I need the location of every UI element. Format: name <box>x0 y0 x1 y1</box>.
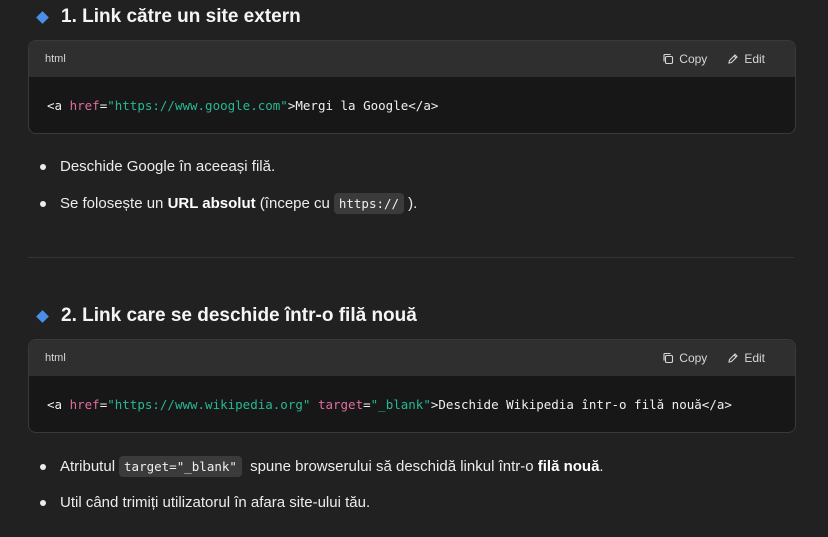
bold-text: URL absolut <box>167 195 256 212</box>
code-content[interactable]: <a href = "https://www.google.com" > Mergi l… <box>29 77 795 133</box>
list-item-text: Util când trimiți utilizatorul în afara … <box>60 494 371 511</box>
code-token: </a> <box>408 97 439 113</box>
pencil-icon <box>728 54 739 64</box>
list-item-text: Atributul target="_blank" spune browserul… <box>60 456 604 477</box>
code-token: "https://www.google.com" <box>107 97 288 113</box>
section-heading-1: 1. Link către un site extern <box>36 6 301 28</box>
edit-label: Edit <box>744 351 765 365</box>
code-token: Deschide Wikipedia într-o filă nouă <box>438 396 702 412</box>
text-segment: (începe cu <box>255 195 330 212</box>
copy-button[interactable]: Copy <box>662 52 707 66</box>
list-item-text: Deschide Google în aceeași filă. <box>60 158 276 175</box>
text-segment: ). <box>408 195 418 212</box>
code-token: </a> <box>701 396 732 412</box>
text-segment: . <box>599 458 604 475</box>
pencil-icon <box>728 353 739 363</box>
code-token: href <box>69 97 100 113</box>
text-segment: Se folosește un <box>60 195 168 212</box>
code-actions: Copy Edit <box>662 52 779 66</box>
diamond-icon <box>36 309 49 323</box>
list-item: Util când trimiți utilizatorul în afara … <box>40 494 370 511</box>
section-title: 2. Link care se deschide într-o filă nou… <box>61 305 417 326</box>
bold-text: filă nouă <box>537 458 600 475</box>
list-item: Deschide Google în aceeași filă. <box>40 158 275 175</box>
code-token: = <box>99 97 108 113</box>
bullet-dot <box>40 463 46 470</box>
inline-code: https:// <box>333 193 405 214</box>
bullet-dot <box>40 499 46 506</box>
code-language-label: html <box>45 53 66 65</box>
list-item: Atributul target="_blank" spune browserul… <box>40 456 604 477</box>
code-header: html Copy Edit <box>29 340 795 376</box>
text-segment: spune browserului să deschidă linkul înt… <box>245 458 538 475</box>
list-item-text: Se folosește un URL absolut (începe cu ht… <box>60 193 418 214</box>
bullet-dot <box>40 163 46 170</box>
code-token: target <box>317 396 364 412</box>
code-token: "https://www.wikipedia.org" <box>107 396 311 412</box>
code-token: > <box>287 97 296 113</box>
section-title: 1. Link către un site extern <box>61 6 301 27</box>
code-language-label: html <box>45 352 66 364</box>
code-header: html Copy Edit <box>29 41 795 77</box>
copy-icon <box>663 53 674 65</box>
copy-label: Copy <box>679 52 708 66</box>
list-item: Se folosește un URL absolut (începe cu ht… <box>40 193 418 214</box>
section-heading-2: 2. Link care se deschide într-o filă nou… <box>36 305 417 327</box>
code-token: href <box>69 396 100 412</box>
code-token: "_blank" <box>370 396 431 412</box>
code-actions: Copy Edit <box>662 351 779 365</box>
code-token: Mergi la Google <box>295 97 409 113</box>
code-block-1: html Copy Edit <a href = "https://www.goog… <box>28 40 796 134</box>
copy-label: Copy <box>679 351 708 365</box>
code-block-2: html Copy Edit <a href = "https://www.wiki… <box>28 339 796 433</box>
code-content[interactable]: <a href = "https://www.wikipedia.org" targ… <box>29 376 795 432</box>
inline-code: target="_blank" <box>119 456 242 477</box>
copy-button[interactable]: Copy <box>662 351 707 365</box>
code-token: <a <box>47 97 70 113</box>
bullet-dot <box>40 200 46 207</box>
divider <box>28 257 794 258</box>
code-token: = <box>363 396 371 412</box>
text-segment: Atributul <box>60 458 116 475</box>
diamond-icon <box>36 10 49 24</box>
edit-button[interactable]: Edit <box>727 52 765 66</box>
edit-button[interactable]: Edit <box>727 351 765 365</box>
code-token: <a <box>47 396 70 412</box>
copy-icon <box>663 352 674 364</box>
code-token: = <box>99 396 108 412</box>
edit-label: Edit <box>744 52 765 66</box>
code-token: > <box>430 396 439 412</box>
